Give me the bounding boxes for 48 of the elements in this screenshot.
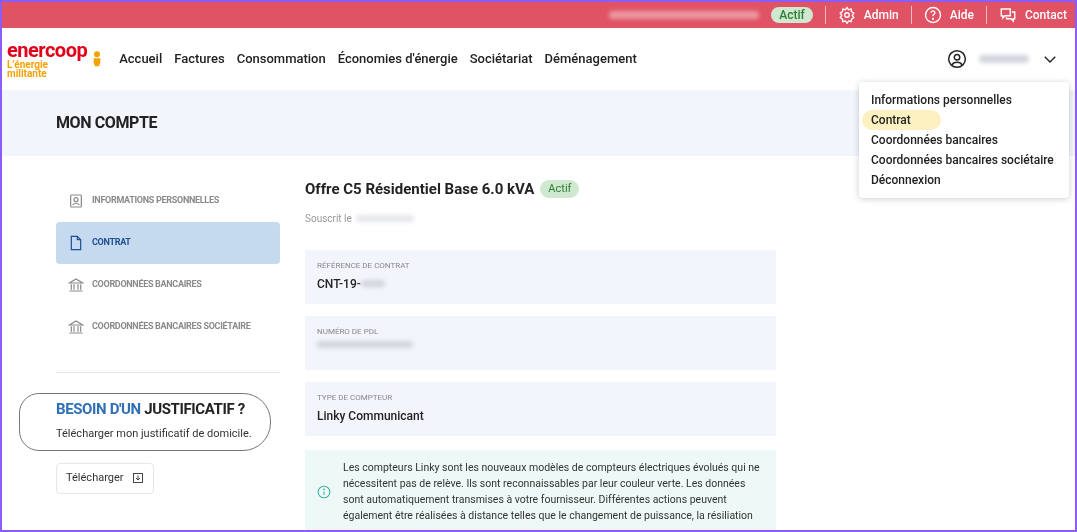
nav-link[interactable]: Économies d'énergie [337, 49, 458, 69]
blurred-value [360, 280, 385, 287]
info-text: Les compteurs Linky sont les nouveaux modèles de compteurs électriques évolués qui ne nécessitent pas de relève. Ils sont reconnaissables par leur couleur verte. Les données sont automatiquement transmises à votre fournisseur. Différentes actions peuvent également être réalisées à distance telles que le changement de puissance, la résiliation [343, 459, 761, 524]
nav-link[interactable]: Factures [174, 49, 225, 69]
nav-link[interactable]: Consommation [236, 49, 326, 69]
proof-text: Télécharger mon justificatif de domicile. [56, 426, 253, 442]
admin-link[interactable]: Admin [837, 6, 899, 24]
document-icon [68, 235, 84, 251]
blurred-user-name [979, 55, 1029, 63]
download-button[interactable]: Télécharger [56, 462, 154, 494]
id-card-icon [68, 193, 84, 209]
bank-icon [68, 319, 84, 335]
gear-icon [837, 6, 856, 24]
logo-wordmark: enercoop [7, 40, 88, 60]
bank-icon [68, 277, 84, 293]
chat-icon [998, 6, 1017, 24]
status-badge: Actif [771, 7, 813, 23]
logo[interactable]: enercoop L’énergie militante [7, 40, 106, 78]
user-icon[interactable] [947, 49, 967, 69]
info-icon [317, 484, 331, 499]
field-label: NUMÉRO DE PDL [317, 325, 380, 338]
nav-link[interactable]: Accueil [119, 49, 163, 69]
field-value: CNT-19- [317, 275, 361, 293]
menu-item[interactable]: Coordonnées bancaires sociétaire [862, 150, 1063, 170]
menu-item[interactable]: Contrat [862, 110, 941, 130]
field-value: Linky Communicant [317, 407, 424, 425]
status-badge: Actif [540, 180, 580, 199]
nav-link[interactable]: Déménagement [544, 49, 637, 69]
menu-item[interactable]: Coordonnées bancaires [862, 130, 1007, 150]
sidebar-item[interactable]: COORDONNÉES BANCAIRES [56, 264, 280, 306]
sidebar-item[interactable]: CONTRAT [56, 222, 280, 264]
sidebar-item[interactable]: INFORMATIONS PERSONNELLES [56, 180, 280, 222]
logo-tagline: militante [7, 69, 47, 78]
download-icon [131, 472, 144, 484]
subscribed-label: Souscrit le [305, 211, 352, 226]
logo-tagline: L’énergie [7, 60, 48, 69]
proof-heading: BESOIN D'UN JUSTIFICATIF ? [56, 399, 246, 420]
contact-link[interactable]: Contact [998, 6, 1067, 24]
sidebar-item[interactable]: COORDONNÉES BANCAIRES SOCIÉTAIRE [56, 306, 280, 348]
field-label: RÉFÉRENCE DE CONTRAT [317, 259, 411, 272]
contract-title: Offre C5 Résidentiel Base 6.0 kVA [305, 179, 535, 200]
page-title: MON COMPTE [56, 112, 158, 134]
help-icon [923, 6, 942, 24]
help-link[interactable]: Aide [923, 6, 974, 24]
nav-link[interactable]: Sociétariat [469, 49, 533, 69]
menu-item[interactable]: Déconnexion [862, 170, 950, 190]
menu-item[interactable]: Informations personnelles [862, 90, 1021, 110]
field-label: TYPE DE COMPTEUR [317, 391, 394, 404]
